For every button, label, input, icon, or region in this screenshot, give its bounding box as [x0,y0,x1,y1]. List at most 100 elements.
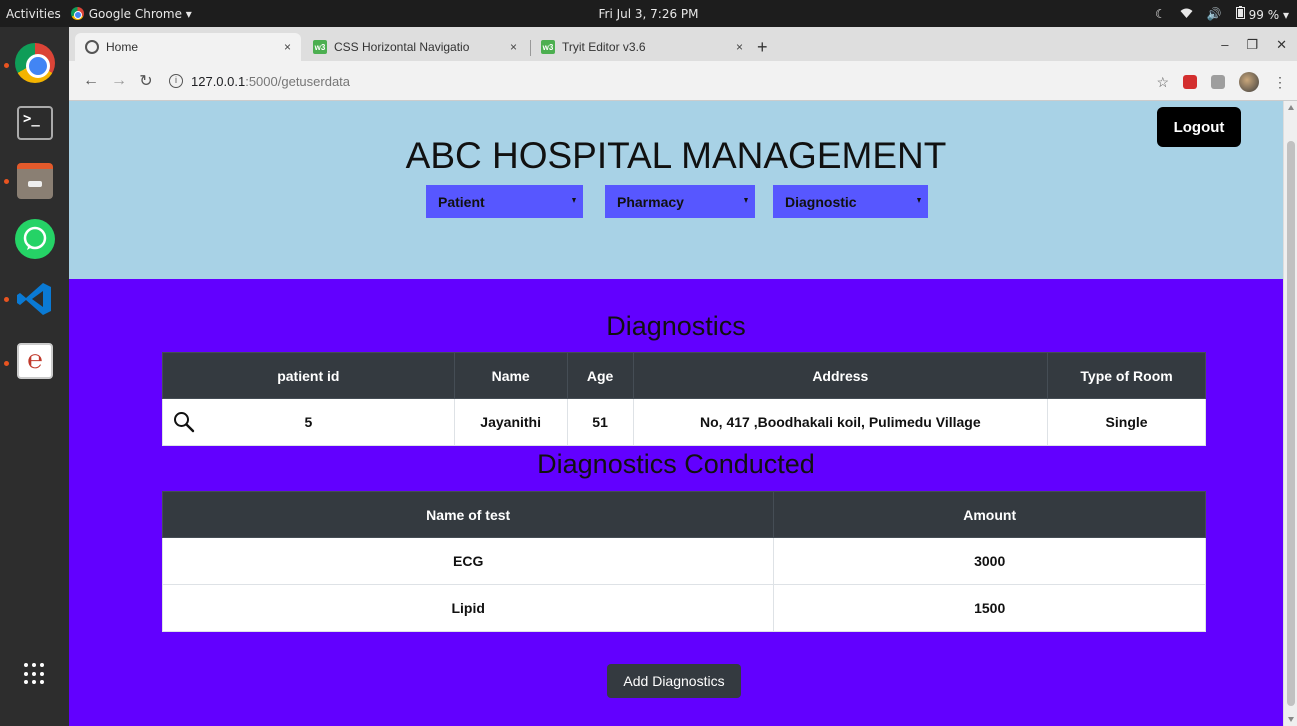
caret-down-icon [572,198,576,203]
files-icon [17,163,53,199]
vscode-icon [17,283,51,315]
patient-dropdown[interactable]: Patient [426,185,583,218]
diagnostic-dropdown[interactable]: Diagnostic [773,185,928,218]
page-scrollbar[interactable] [1283,101,1297,726]
logout-button[interactable]: Logout [1157,107,1241,147]
close-tab-icon[interactable]: × [284,40,291,54]
restore-icon[interactable]: ❐ [1246,37,1258,53]
night-light-icon: ☾ [1155,6,1166,21]
amount-cell: 3000 [773,537,1206,585]
column-header: Age [566,352,634,399]
new-tab-button[interactable]: + [757,37,768,58]
app-menu[interactable]: Google Chrome ▾ [70,6,192,21]
running-indicator [4,63,9,68]
toolbar-actions: ☆ ⋮ [1156,72,1287,92]
tab-css-navigation[interactable]: w3 CSS Horizontal Navigatio × [303,33,527,61]
chrome-icon [15,43,55,83]
dock-files[interactable] [13,159,57,203]
chrome-menu-icon[interactable]: ⋮ [1273,74,1287,91]
show-applications-icon[interactable] [24,663,46,685]
system-tray[interactable]: ☾ 🔊 99 % ▾ [1155,5,1289,22]
system-top-bar: Activities Google Chrome ▾ Fri Jul 3, 7:… [0,0,1297,27]
w3schools-icon: w3 [313,40,327,54]
scroll-up-icon[interactable] [1288,105,1294,110]
site-info-icon[interactable]: i [169,74,183,88]
room-type-cell: Single [1047,398,1206,446]
diagnostics-heading: Diagnostics [606,311,746,341]
minimize-icon[interactable]: – [1221,37,1228,53]
name-cell: Jayanithi [453,398,568,446]
extension-icon[interactable] [1183,75,1197,89]
page-title: ABC HOSPITAL MANAGEMENT [405,135,947,176]
forward-arrow-icon[interactable]: → [111,72,127,90]
dock-chrome[interactable] [13,41,57,85]
wifi-icon [1180,8,1193,18]
address-bar[interactable]: i 127.0.0.1:5000/getuserdata [169,68,1119,94]
menu-label: Patient [438,193,485,210]
terminal-icon: >_ [17,106,53,140]
tab-title: Tryit Editor v3.6 [562,40,646,54]
extension-icon[interactable] [1211,75,1225,89]
column-header: Address [632,352,1049,399]
tab-strip: Home × w3 CSS Horizontal Navigatio × w3 … [69,27,1297,61]
column-header: patient id [162,352,455,399]
diagnostics-conducted-table: Name of test Amount ECG 3000 Lipid 1500 [161,491,1206,632]
back-arrow-icon[interactable]: ← [83,72,99,90]
url-path: :5000/getuserdata [245,73,351,89]
table-row: ECG 3000 [161,537,1206,585]
clock[interactable]: Fri Jul 3, 7:26 PM [0,7,1297,21]
address-cell: No, 417 ,Boodhakali koil, Pulimedu Villa… [632,398,1049,446]
amount-cell: 1500 [773,584,1206,632]
globe-icon [85,40,99,54]
dock-whatsapp[interactable] [13,217,57,261]
diagnostics-conducted-heading: Diagnostics Conducted [537,449,815,479]
office-icon: ℮ [17,343,53,379]
dock-terminal[interactable]: >_ [13,101,57,145]
battery-level: 99 % ▾ [1248,7,1289,22]
battery-icon [1235,5,1245,19]
column-header: Name [453,352,568,399]
menu-label: Pharmacy [617,193,684,210]
dock-office[interactable]: ℮ [13,339,57,383]
test-name-cell: Lipid [161,584,775,632]
patient-id-cell: 5 [162,398,455,446]
reload-icon[interactable]: ↻ [139,71,153,91]
menu-label: Diagnostic [785,193,857,210]
scroll-down-icon[interactable] [1288,717,1294,722]
bookmark-star-icon[interactable]: ☆ [1156,74,1169,91]
dock-vscode[interactable] [13,277,57,321]
profile-avatar[interactable] [1239,72,1259,92]
window-controls: – ❐ ✕ [1221,37,1287,53]
url-host: 127.0.0.1 [191,73,246,89]
table-row: Lipid 1500 [161,584,1206,632]
app-menu-label: Google Chrome ▾ [88,6,192,21]
activities-button[interactable]: Activities [0,7,71,21]
scrollbar-thumb[interactable] [1287,141,1295,706]
battery-status: 99 % ▾ [1235,5,1289,22]
tab-home[interactable]: Home × [75,33,301,61]
table-header-row: Name of test Amount [161,491,1206,538]
close-tab-icon[interactable]: × [510,40,517,54]
pharmacy-dropdown[interactable]: Pharmacy [605,185,755,218]
page-header: ABC HOSPITAL MANAGEMENT Logout Patient P… [69,101,1283,279]
running-indicator [4,179,9,184]
column-header: Name of test [161,491,775,538]
running-indicator [4,297,9,302]
test-name-cell: ECG [161,537,775,585]
search-icon[interactable] [173,411,195,433]
running-indicator [4,361,9,366]
browser-window: Home × w3 CSS Horizontal Navigatio × w3 … [69,27,1297,726]
browser-toolbar: ← → ↻ i 127.0.0.1:5000/getuserdata ☆ ⋮ [69,61,1297,101]
tab-title: CSS Horizontal Navigatio [334,40,470,54]
close-window-icon[interactable]: ✕ [1276,37,1287,53]
volume-icon: 🔊 [1206,6,1222,21]
age-cell: 51 [566,398,634,446]
close-tab-icon[interactable]: × [736,40,743,54]
tab-tryit-editor[interactable]: w3 Tryit Editor v3.6 × [531,33,753,61]
tab-title: Home [106,40,139,54]
dock: >_ ℮ [0,27,69,726]
w3schools-icon: w3 [541,40,555,54]
add-diagnostics-button[interactable]: Add Diagnostics [607,664,741,698]
caret-down-icon [917,198,921,203]
caret-down-icon [744,198,748,203]
